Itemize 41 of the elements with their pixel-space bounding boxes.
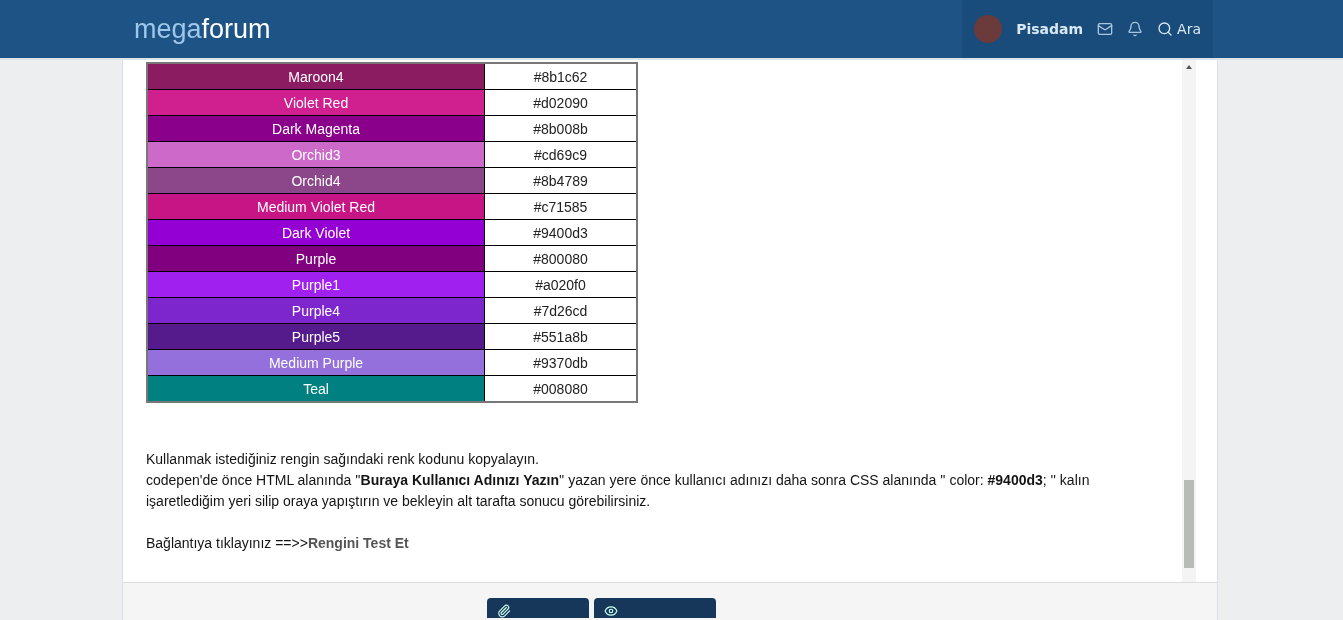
color-name-cell: Dark Magenta <box>147 115 485 142</box>
color-code-cell: #8b1c62 <box>484 63 637 90</box>
color-name-cell: Purple1 <box>147 271 485 298</box>
color-name-cell: Dark Violet <box>147 219 485 246</box>
color-name-cell: Orchid3 <box>147 141 485 168</box>
color-code-cell: #9370db <box>484 349 637 376</box>
link-prefix: Bağlantıya tıklayınız ==>> <box>146 534 308 553</box>
mail-icon[interactable] <box>1097 21 1114 37</box>
paragraph: Kullanmak istediğiniz rengin sağındaki renk kodunu kopyalayın. <box>146 450 540 469</box>
color-name-cell: Maroon4 <box>147 63 485 90</box>
attach-button[interactable] <box>487 598 589 618</box>
color-name-cell: Purple5 <box>147 323 485 350</box>
color-code-cell: #9400d3 <box>484 219 637 246</box>
paragraph: codepen'de önce HTML alanında ''Buraya Kullanıcı Adınızı Yazın'' yazan yere önce kullanıcı adınızı daha sonra CSS alanında '' color: #9400d3; '' kalın işaretlediğim yeri silip oraya yapıştırın ve bekleyin alt tarafta sonucu görebilirsiniz. <box>146 471 1091 511</box>
color-name-cell: Violet Red <box>147 89 485 116</box>
paperclip-icon <box>497 604 511 618</box>
color-name-cell: Orchid4 <box>147 167 485 194</box>
bell-icon[interactable] <box>1127 21 1144 37</box>
search-link[interactable]: Ara <box>1157 21 1201 37</box>
color-code-cell: #a020f0 <box>484 271 637 298</box>
color-code-cell: #551a8b <box>484 323 637 350</box>
color-name-cell: Medium Violet Red <box>147 193 485 220</box>
color-name-cell: Purple4 <box>147 297 485 324</box>
color-code-cell: #8b008b <box>484 115 637 142</box>
color-code-cell: #cd69c9 <box>484 141 637 168</box>
color-name-cell: Medium Purple <box>147 349 485 376</box>
color-name-cell: Purple <box>147 245 485 272</box>
color-code-cell: #7d26cd <box>484 297 637 324</box>
search-icon <box>1157 21 1174 37</box>
color-code-cell: #c71585 <box>484 193 637 220</box>
preview-button[interactable] <box>594 598 716 618</box>
color-code-cell: #800080 <box>484 245 637 272</box>
scrollbar[interactable] <box>1182 60 1196 582</box>
color-code-cell: #d02090 <box>484 89 637 116</box>
scroll-thumb[interactable] <box>1184 480 1194 568</box>
color-code-cell: #8b4789 <box>484 167 637 194</box>
username[interactable]: Pisadam <box>1016 21 1084 37</box>
color-name-cell: Teal <box>147 375 485 402</box>
site-logo[interactable]: megaforum <box>134 13 271 45</box>
test-link[interactable]: Rengini Test Et <box>307 533 409 554</box>
eye-icon <box>604 604 618 618</box>
